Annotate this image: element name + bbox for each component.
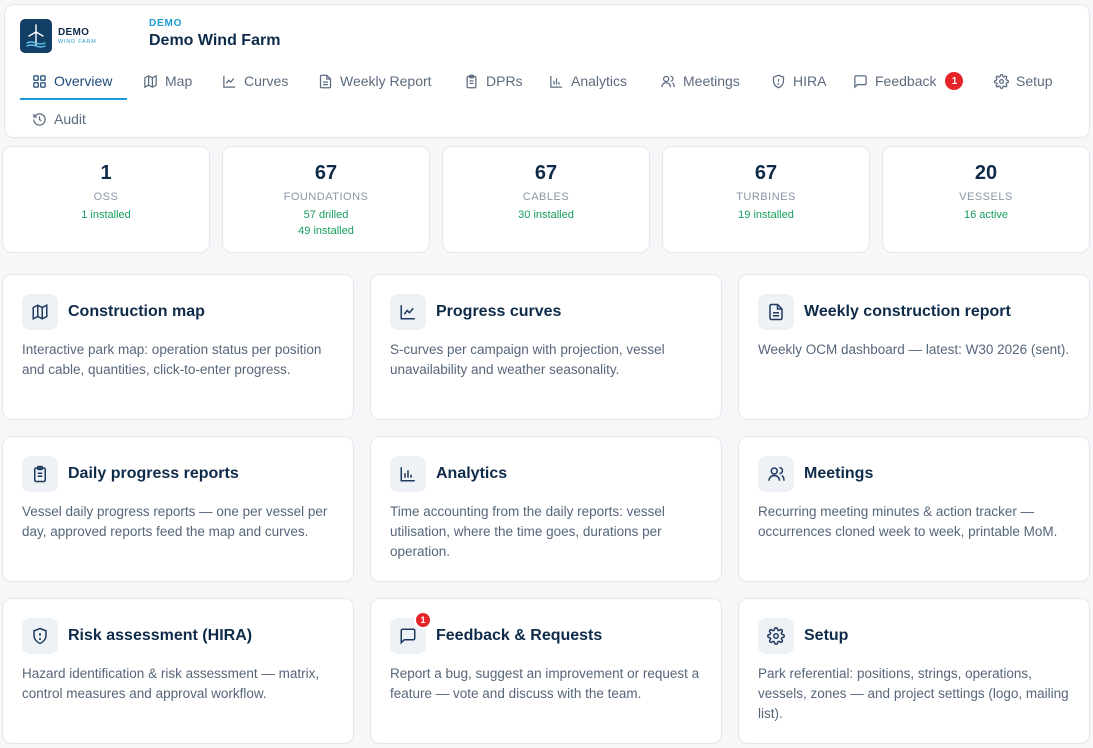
- chart-line-icon: [390, 294, 426, 330]
- tab-label: Curves: [244, 73, 289, 89]
- tab-label: Feedback: [875, 73, 937, 89]
- card-title: Construction map: [68, 303, 205, 320]
- tab-label: Map: [165, 73, 193, 89]
- stat-sub: 19 installed: [738, 209, 794, 221]
- stat-label: OSS: [93, 191, 119, 203]
- stat-label: CABLES: [522, 191, 570, 203]
- card-feedback-requests[interactable]: 1 Feedback & Requests Report a bug, sugg…: [370, 598, 722, 744]
- feedback-card-badge: 1: [414, 611, 432, 629]
- card-meetings[interactable]: Meetings Recurring meeting minutes & act…: [738, 436, 1090, 582]
- chart-line-icon: [223, 75, 236, 88]
- tab-label: Weekly Report: [340, 73, 432, 89]
- grid-icon: [33, 74, 46, 88]
- map-icon: [22, 294, 58, 330]
- bar-chart-icon: [390, 456, 426, 492]
- card-analytics[interactable]: Analytics Time accounting from the daily…: [370, 436, 722, 582]
- card-daily-progress-reports[interactable]: Daily progress reports Vessel daily prog…: [2, 436, 354, 582]
- tab-label: Audit: [54, 111, 86, 127]
- tab-analytics[interactable]: Analytics: [549, 69, 627, 93]
- stat-value: 20: [974, 162, 998, 184]
- card-construction-map[interactable]: Construction map Interactive park map: o…: [2, 274, 354, 420]
- card-description: Report a bug, suggest an improvement or …: [390, 666, 700, 701]
- card-title: Weekly construction report: [804, 303, 1011, 320]
- document-icon: [758, 294, 794, 330]
- tab-label: DPRs: [486, 73, 523, 89]
- stat-sub: 57 drilled: [303, 209, 349, 221]
- tab-meetings[interactable]: Meetings: [660, 69, 740, 93]
- tab-dprs[interactable]: DPRs: [464, 69, 523, 93]
- stat-card-vessels: 20 VESSELS 16 active: [882, 146, 1090, 253]
- card-title: Setup: [804, 627, 849, 644]
- card-title: Analytics: [436, 465, 508, 482]
- app-header: DEMO WIND FARM DEMO Demo Wind Farm Overv…: [4, 4, 1090, 138]
- stat-sub-secondary: 49 installed: [298, 225, 354, 237]
- tab-feedback[interactable]: Feedback 1: [853, 69, 964, 93]
- stat-sub: 1 installed: [81, 209, 131, 221]
- history-icon: [33, 112, 46, 126]
- project-code: DEMO: [149, 18, 183, 29]
- tab-label: Overview: [54, 73, 113, 89]
- tab-label: Meetings: [683, 73, 740, 89]
- card-description: Weekly OCM dashboard — latest: W30 2026 …: [758, 342, 1070, 357]
- card-title: Meetings: [804, 465, 874, 482]
- clipboard-icon: [22, 456, 58, 492]
- stat-card-oss: 1 OSS 1 installed: [2, 146, 210, 253]
- tab-audit[interactable]: Audit: [32, 107, 86, 131]
- stat-sub: 16 active: [963, 209, 1009, 221]
- card-description: Time accounting from the daily reports: …: [390, 504, 665, 559]
- bar-chart-icon: [550, 75, 563, 88]
- card-description: Hazard identification & risk assessment …: [22, 666, 320, 701]
- logo-main-text: DEMO: [58, 27, 90, 38]
- card-setup[interactable]: Setup Park referential: positions, strin…: [738, 598, 1090, 744]
- stat-label: FOUNDATIONS: [283, 191, 369, 203]
- tab-label: Setup: [1016, 73, 1053, 89]
- card-progress-curves[interactable]: Progress curves S-curves per campaign wi…: [370, 274, 722, 420]
- stat-sub: 30 installed: [518, 209, 574, 221]
- stat-label: VESSELS: [959, 191, 1013, 203]
- wind-turbine-icon: [20, 19, 52, 53]
- shield-icon: [772, 74, 785, 88]
- tab-hira[interactable]: HIRA: [771, 69, 826, 93]
- gear-icon: [994, 73, 1009, 89]
- card-description: Vessel daily progress reports — one per …: [22, 504, 328, 539]
- map-icon: [144, 74, 157, 88]
- stat-value: 67: [754, 162, 778, 184]
- tab-setup[interactable]: Setup: [994, 69, 1053, 93]
- tab-map[interactable]: Map: [143, 69, 192, 93]
- clipboard-icon: [466, 74, 477, 88]
- card-title: Feedback & Requests: [436, 627, 603, 644]
- project-name: Demo Wind Farm: [149, 32, 281, 49]
- stat-card-foundations: 67 FOUNDATIONS 57 drilled 49 installed: [222, 146, 430, 253]
- gear-icon: [758, 618, 794, 654]
- card-title: Risk assessment (HIRA): [68, 627, 253, 644]
- stat-value: 67: [314, 162, 338, 184]
- tab-label: Analytics: [571, 73, 628, 89]
- project-logo[interactable]: DEMO WIND FARM: [20, 18, 114, 54]
- tab-weekly-report[interactable]: Weekly Report: [318, 69, 432, 93]
- stat-value: 67: [534, 162, 558, 184]
- stat-label: TURBINES: [736, 191, 796, 203]
- users-icon: [758, 456, 794, 492]
- stat-card-cables: 67 CABLES 30 installed: [442, 146, 650, 253]
- card-description: Park referential: positions, strings, op…: [758, 666, 1069, 721]
- card-risk-assessment[interactable]: Risk assessment (HIRA) Hazard identifica…: [2, 598, 354, 744]
- message-icon: [854, 74, 867, 89]
- tab-overview[interactable]: Overview: [32, 69, 112, 93]
- shield-icon: [22, 618, 58, 654]
- stat-card-turbines: 67 TURBINES 19 installed: [662, 146, 870, 253]
- tab-curves[interactable]: Curves: [222, 69, 288, 93]
- card-title: Progress curves: [436, 303, 562, 320]
- card-description: S-curves per campaign with projection, v…: [390, 342, 665, 377]
- card-weekly-report[interactable]: Weekly construction report Weekly OCM da…: [738, 274, 1090, 420]
- card-title: Daily progress reports: [68, 465, 239, 482]
- stat-value: 1: [100, 162, 112, 184]
- document-icon: [319, 74, 332, 88]
- card-description: Recurring meeting minutes & action track…: [758, 504, 1058, 539]
- users-icon: [661, 75, 675, 87]
- logo-sub-text: WIND FARM: [58, 39, 97, 45]
- active-tab-indicator: [20, 98, 127, 100]
- tab-label: HIRA: [793, 73, 827, 89]
- feedback-count-badge: 1: [945, 72, 964, 90]
- card-description: Interactive park map: operation status p…: [22, 342, 322, 377]
